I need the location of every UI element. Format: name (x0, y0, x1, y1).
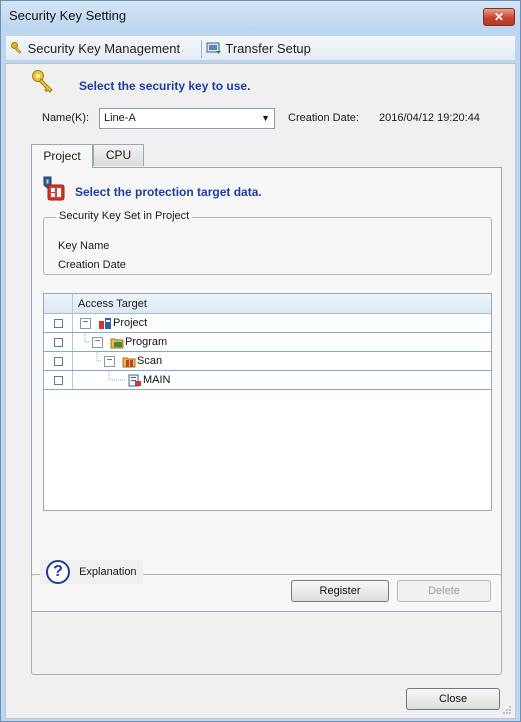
protection-target-icon (43, 176, 65, 201)
project-checkbox[interactable] (54, 319, 63, 328)
collapse-icon[interactable]: − (92, 337, 103, 348)
tree-row-scan[interactable]: − Scan (44, 352, 491, 371)
security-key-icon (32, 70, 53, 93)
main-checkbox[interactable] (54, 376, 63, 385)
protection-target-heading: Select the protection target data. (75, 185, 262, 199)
scan-folder-icon (122, 357, 136, 368)
explanation-groupbox: ? Explanation (31, 560, 502, 675)
window-close-button[interactable]: ✕ (483, 8, 515, 26)
tree-row-program[interactable]: − Program (44, 333, 491, 352)
tree-row-main[interactable]: MAIN (44, 371, 491, 390)
key-name-label: Key Name (58, 240, 110, 252)
security-key-name-select[interactable]: Line-A ▼ (99, 108, 275, 129)
resize-grip-icon[interactable] (502, 705, 512, 715)
main-label: MAIN (143, 374, 171, 386)
security-key-set-title: Security Key Set in Project (56, 210, 193, 222)
name-label: Name(K): (42, 112, 90, 124)
creation-date-value: 2016/04/12 19:20:44 (379, 112, 480, 124)
collapse-icon[interactable]: − (80, 318, 91, 329)
security-key-name-value: Line-A (104, 112, 136, 124)
scan-checkbox[interactable] (54, 357, 63, 366)
explanation-legend: ? Explanation (40, 560, 143, 584)
creation-date-label: Creation Date: (288, 112, 359, 124)
main-content: Select the security key to use. Name(K):… (5, 63, 516, 719)
main-program-icon (128, 374, 141, 387)
scan-label: Scan (137, 355, 163, 367)
security-key-management-label: Security Key Management (27, 41, 181, 56)
explanation-label: Explanation (79, 566, 137, 578)
window-title: Security Key Setting (9, 8, 127, 23)
project-icon (99, 318, 111, 329)
key-section-heading: Select the security key to use. (79, 79, 251, 93)
security-key-management-button[interactable]: Security Key Management (10, 40, 180, 58)
program-folder-icon (110, 338, 124, 349)
title-bar: Security Key Setting ✕ (1, 1, 520, 29)
dropdown-arrow-icon: ▼ (261, 113, 270, 123)
transfer-setup-label: Transfer Setup (225, 41, 311, 56)
tab-project[interactable]: Project (31, 144, 93, 168)
close-button[interactable]: Close (406, 688, 500, 710)
access-target-header: Access Target (78, 298, 147, 310)
project-creation-date-label: Creation Date (58, 259, 126, 271)
security-key-setting-window: Security Key Setting ✕ Security Key Mana… (0, 0, 521, 722)
program-label: Program (125, 336, 168, 348)
key-icon (11, 42, 22, 54)
grid-header: Access Target (44, 294, 491, 314)
program-checkbox[interactable] (54, 338, 63, 347)
project-tab-panel: Select the protection target data. Secur… (31, 167, 502, 612)
project-label: Project (113, 317, 148, 329)
transfer-setup-button[interactable]: Transfer Setup (206, 40, 311, 58)
toolbar: Security Key Management Transfer Setup (5, 35, 516, 61)
toolbar-separator (201, 40, 202, 58)
help-icon: ? (46, 560, 70, 584)
security-key-set-groupbox: Security Key Set in Project Key Name Cre… (43, 210, 492, 275)
tree-row-project[interactable]: − Project (44, 314, 491, 333)
tab-cpu[interactable]: CPU (93, 144, 144, 166)
transfer-setup-icon (206, 42, 221, 54)
collapse-icon[interactable]: − (104, 356, 115, 367)
access-target-grid: Access Target − Project − Program − Scan… (43, 293, 492, 511)
